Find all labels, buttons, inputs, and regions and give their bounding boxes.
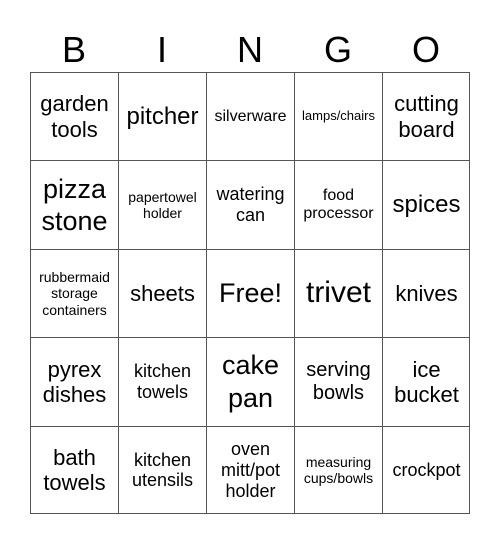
bingo-cell[interactable]: rubbermaid storage containers: [30, 248, 118, 338]
bingo-cell[interactable]: garden tools: [30, 72, 118, 161]
bingo-cell[interactable]: knives: [382, 248, 470, 338]
bingo-cell[interactable]: watering can: [206, 160, 294, 249]
bingo-cell[interactable]: measuring cups/bowls: [294, 425, 382, 514]
bingo-cell[interactable]: serving bowls: [294, 337, 382, 426]
bingo-cell[interactable]: food processor: [294, 160, 382, 249]
bingo-cell[interactable]: trivet: [294, 248, 382, 338]
bingo-cell[interactable]: silverware: [206, 72, 294, 161]
bingo-cell[interactable]: kitchen towels: [118, 337, 206, 426]
header-letter-g: G: [323, 29, 352, 70]
header-letter-o: O: [411, 29, 440, 70]
free-space[interactable]: Free!: [206, 248, 294, 338]
bingo-cell[interactable]: pyrex dishes: [30, 337, 118, 426]
bingo-cell[interactable]: lamps/chairs: [294, 72, 382, 161]
header-letter-i: I: [156, 29, 167, 70]
bingo-cell[interactable]: spices: [382, 160, 470, 249]
bingo-cell[interactable]: oven mitt/pot holder: [206, 425, 294, 514]
bingo-cell[interactable]: crockpot: [382, 425, 470, 514]
header-letter-n: N: [237, 29, 263, 70]
bingo-header: B I N G O: [30, 28, 470, 72]
bingo-cell[interactable]: pizza stone: [30, 160, 118, 249]
bingo-cell[interactable]: bath towels: [30, 425, 118, 514]
bingo-grid: garden tools pitcher silverware lamps/ch…: [30, 72, 470, 514]
bingo-cell[interactable]: kitchen utensils: [118, 425, 206, 514]
header-letter-b: B: [61, 29, 86, 70]
bingo-cell[interactable]: ice bucket: [382, 337, 470, 426]
bingo-cell[interactable]: cutting board: [382, 72, 470, 161]
bingo-cell[interactable]: cake pan: [206, 337, 294, 426]
bingo-cell[interactable]: pitcher: [118, 72, 206, 161]
bingo-cell[interactable]: papertowel holder: [118, 160, 206, 249]
bingo-cell[interactable]: sheets: [118, 248, 206, 338]
